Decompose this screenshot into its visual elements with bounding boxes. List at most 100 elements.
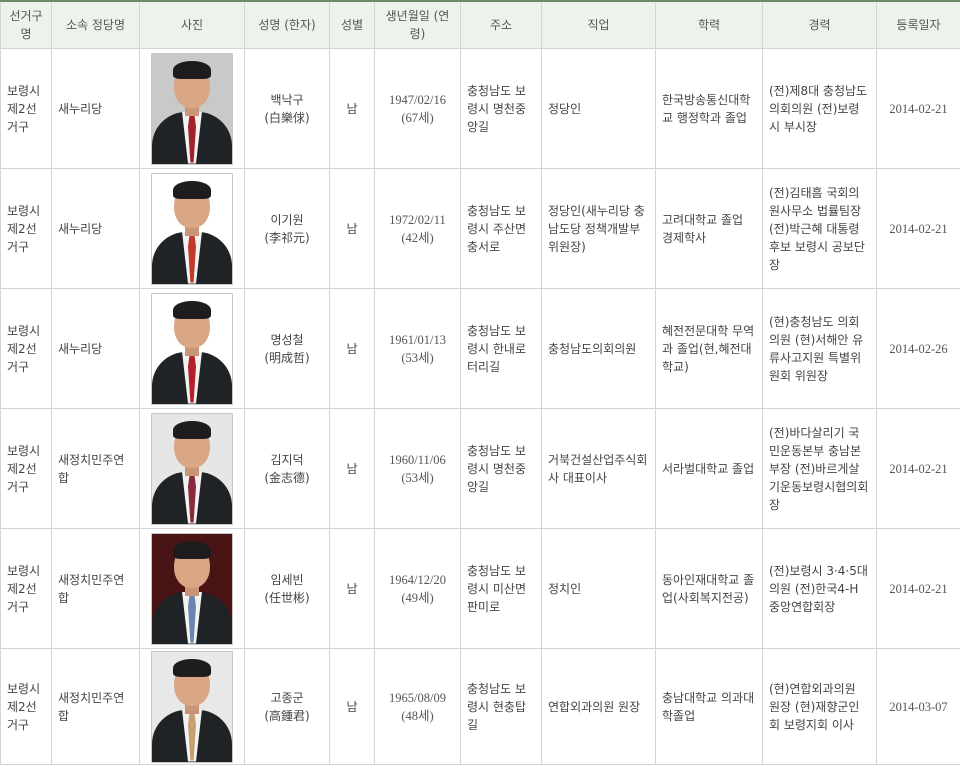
candidate-photo xyxy=(151,412,233,525)
name-cell: 김지덕 (金志德) xyxy=(244,408,330,529)
address-cell: 충청남도 보령시 명천중앙길 xyxy=(460,48,542,169)
reg-date-cell: 2014-02-21 xyxy=(876,168,960,289)
name-cell: 백낙구 (白樂俅) xyxy=(244,48,330,169)
age: (53세) xyxy=(401,350,434,365)
candidate-photo xyxy=(151,532,233,645)
photo-cell xyxy=(139,168,245,289)
district-cell: 보령시 제2선거구 xyxy=(0,288,52,409)
age: (42세) xyxy=(401,230,434,245)
col-header-edu: 학력 xyxy=(655,0,763,49)
address-cell: 충청남도 보령시 현충탑길 xyxy=(460,648,542,765)
address-cell: 충청남도 보령시 명천중앙길 xyxy=(460,408,542,529)
reg-date-cell: 2014-02-26 xyxy=(876,288,960,409)
job-cell: 정당인 xyxy=(541,48,656,169)
candidate-hanja: (金志德) xyxy=(264,470,310,485)
sex-cell: 남 xyxy=(329,408,375,529)
education-cell: 혜전전문대학 무역과 졸업(현,혜전대학교) xyxy=(655,288,763,409)
party-cell: 새정치민주연합 xyxy=(51,648,140,765)
party-cell: 새누리당 xyxy=(51,168,140,289)
district-cell: 보령시 제2선거구 xyxy=(0,648,52,765)
district-cell: 보령시 제2선거구 xyxy=(0,168,52,289)
education-cell: 고려대학교 졸업 경제학사 xyxy=(655,168,763,289)
candidate-hanja: (任世彬) xyxy=(264,590,310,605)
age: (67세) xyxy=(401,110,434,125)
job-cell: 연합외과의원 원장 xyxy=(541,648,656,765)
party-cell: 새정치민주연합 xyxy=(51,408,140,529)
birth-cell: 1947/02/16 (67세) xyxy=(374,48,461,169)
photo-cell xyxy=(139,528,245,649)
job-cell: 정당인(새누리당 충남도당 정책개발부위원장) xyxy=(541,168,656,289)
age: (49세) xyxy=(401,590,434,605)
district-cell: 보령시 제2선거구 xyxy=(0,48,52,169)
candidate-name: 이기원 xyxy=(270,212,304,227)
name-cell: 명성철 (明成哲) xyxy=(244,288,330,409)
col-header-sex: 성별 xyxy=(329,0,375,49)
candidate-photo xyxy=(151,292,233,405)
party-cell: 새누리당 xyxy=(51,288,140,409)
candidate-hanja: (高鍾君) xyxy=(264,708,310,723)
candidate-name: 백낙구 xyxy=(270,92,304,107)
photo-cell xyxy=(139,48,245,169)
sex-cell: 남 xyxy=(329,168,375,289)
reg-date-cell: 2014-02-21 xyxy=(876,408,960,529)
address-cell: 충청남도 보령시 한내로터리길 xyxy=(460,288,542,409)
birth-date: 1964/12/20 xyxy=(389,572,446,587)
col-header-district: 선거구명 xyxy=(0,0,52,49)
reg-date-cell: 2014-03-07 xyxy=(876,648,960,765)
sex-cell: 남 xyxy=(329,528,375,649)
candidate-photo xyxy=(151,172,233,285)
career-cell: (현)연합외과의원 원장 (현)재향군인회 보령지회 이사 xyxy=(762,648,877,765)
table-row: 보령시 제2선거구 새누리당 백낙구 (白樂俅) 남 1947/02/16 (6… xyxy=(0,48,960,169)
col-header-job: 직업 xyxy=(541,0,656,49)
candidate-hanja: (白樂俅) xyxy=(264,110,310,125)
birth-cell: 1961/01/13 (53세) xyxy=(374,288,461,409)
col-header-birth: 생년월일 (연령) xyxy=(374,0,461,49)
name-cell: 임세빈 (任世彬) xyxy=(244,528,330,649)
candidate-photo xyxy=(151,52,233,165)
candidate-hanja: (李祁元) xyxy=(264,230,310,245)
name-cell: 고종군 (高鍾君) xyxy=(244,648,330,765)
education-cell: 한국방송통신대학교 행정학과 졸업 xyxy=(655,48,763,169)
candidate-name: 김지덕 xyxy=(270,452,304,467)
col-header-address: 주소 xyxy=(460,0,542,49)
col-header-name: 성명 (한자) xyxy=(244,0,330,49)
career-cell: (전)보령시 3·4·5대의원 (전)한국4-H 중앙연합회장 xyxy=(762,528,877,649)
table-row: 보령시 제2선거구 새누리당 명성철 (明成哲) 남 1961/01/13 (5… xyxy=(0,288,960,409)
birth-date: 1972/02/11 xyxy=(389,212,446,227)
birth-cell: 1972/02/11 (42세) xyxy=(374,168,461,289)
job-cell: 거북건설산업주식회사 대표이사 xyxy=(541,408,656,529)
col-header-party: 소속 정당명 xyxy=(51,0,140,49)
career-cell: (전)바다살리기 국민운동본부 충남본부장 (전)바르게살기운동보령시협의회장 xyxy=(762,408,877,529)
col-header-career: 경력 xyxy=(762,0,877,49)
table-row: 보령시 제2선거구 새정치민주연합 고종군 (高鍾君) 남 1965/08/09… xyxy=(0,648,960,765)
photo-cell xyxy=(139,288,245,409)
party-cell: 새누리당 xyxy=(51,48,140,169)
photo-cell xyxy=(139,408,245,529)
birth-cell: 1965/08/09 (48세) xyxy=(374,648,461,765)
party-cell: 새정치민주연합 xyxy=(51,528,140,649)
candidate-photo xyxy=(151,650,233,763)
education-cell: 충남대학교 의과대학졸업 xyxy=(655,648,763,765)
sex-cell: 남 xyxy=(329,48,375,169)
candidate-name: 명성철 xyxy=(270,332,304,347)
name-cell: 이기원 (李祁元) xyxy=(244,168,330,289)
sex-cell: 남 xyxy=(329,288,375,409)
district-cell: 보령시 제2선거구 xyxy=(0,408,52,529)
photo-cell xyxy=(139,648,245,765)
sex-cell: 남 xyxy=(329,648,375,765)
reg-date-cell: 2014-02-21 xyxy=(876,528,960,649)
birth-date: 1947/02/16 xyxy=(389,92,446,107)
address-cell: 충청남도 보령시 미산면 판미로 xyxy=(460,528,542,649)
candidate-name: 고종군 xyxy=(270,690,304,705)
career-cell: (전)김태흠 국회의원사무소 법률팀장 (전)박근혜 대통령후보 보령시 공보단… xyxy=(762,168,877,289)
education-cell: 서라벌대학교 졸업 xyxy=(655,408,763,529)
job-cell: 충청남도의회의원 xyxy=(541,288,656,409)
table-row: 보령시 제2선거구 새정치민주연합 임세빈 (任世彬) 남 1964/12/20… xyxy=(0,528,960,649)
age: (48세) xyxy=(401,708,434,723)
address-cell: 충청남도 보령시 주산면 충서로 xyxy=(460,168,542,289)
candidate-hanja: (明成哲) xyxy=(264,350,310,365)
education-cell: 동아인재대학교 졸업(사회복지전공) xyxy=(655,528,763,649)
col-header-reg-date: 등록일자 xyxy=(876,0,960,49)
candidate-table: 선거구명 소속 정당명 사진 성명 (한자) 성별 생년월일 (연령) 주소 직… xyxy=(0,0,960,765)
birth-cell: 1964/12/20 (49세) xyxy=(374,528,461,649)
